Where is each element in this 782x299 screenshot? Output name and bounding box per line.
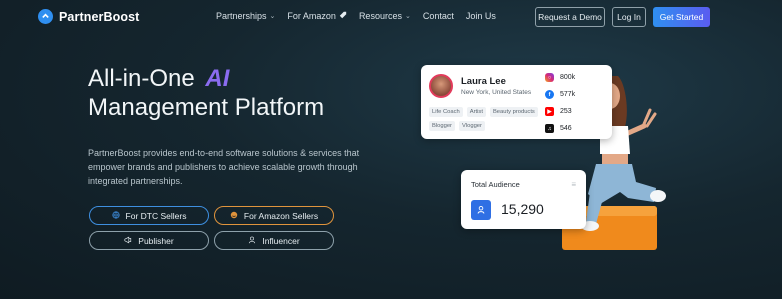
chevron-down-icon: ⌄ <box>404 13 411 20</box>
nav-for-amazon[interactable]: For Amazon <box>287 11 347 21</box>
social-instagram: ○ 800k <box>545 73 575 82</box>
avatar <box>429 74 453 98</box>
for-amazon-sellers-button[interactable]: For Amazon Sellers <box>214 206 334 225</box>
instagram-icon: ○ <box>545 73 554 82</box>
megaphone-icon <box>124 236 132 246</box>
facebook-count: 577k <box>560 91 576 98</box>
audience-user-icon <box>471 200 491 220</box>
top-navbar: PartnerBoost Partnerships ⌄ For Amazon R… <box>0 0 782 34</box>
youtube-count: 253 <box>560 108 572 115</box>
get-started-button[interactable]: Get Started <box>653 7 710 27</box>
total-audience-value: 15,290 <box>501 201 544 217</box>
globe-icon <box>111 210 120 221</box>
amazon-icon <box>230 211 238 221</box>
for-dtc-sellers-button[interactable]: For DTC Sellers <box>89 206 209 225</box>
tag: Blogger <box>429 121 455 131</box>
social-facebook: f 577k <box>545 90 575 99</box>
nav-resources[interactable]: Resources ⌄ <box>359 11 411 21</box>
for-dtc-sellers-label: For DTC Sellers <box>125 210 187 221</box>
tag: Life Coach <box>429 107 463 117</box>
tiktok-icon: ♫ <box>545 124 554 133</box>
facebook-icon: f <box>545 90 554 99</box>
nav-partnerships-label: Partnerships <box>216 11 267 21</box>
profile-name: Laura Lee <box>461 76 506 87</box>
total-audience-card: Total Audience ≡ 15,290 <box>461 170 586 229</box>
publisher-button[interactable]: Publisher <box>89 231 209 250</box>
hero-title-ai: AI <box>205 65 230 92</box>
rocket-icon <box>339 11 347 21</box>
nav-join-us-label: Join Us <box>465 11 496 21</box>
hero-title: All-in-One AI Management Platform <box>88 64 324 122</box>
drag-handle-icon[interactable]: ≡ <box>571 180 576 189</box>
hero-description: PartnerBoost provides end-to-end softwar… <box>88 148 360 186</box>
brand-name: PartnerBoost <box>59 9 140 24</box>
user-icon <box>248 236 256 246</box>
profile-tags: Life Coach Artist Beauty products Blogge… <box>429 107 547 131</box>
profile-location: New York, United States <box>461 89 532 96</box>
publisher-label: Publisher <box>138 235 174 246</box>
instagram-count: 800k <box>560 74 576 81</box>
partnerboost-logo-icon <box>38 9 53 24</box>
brand-logo[interactable]: PartnerBoost <box>38 9 139 24</box>
nav-partnerships[interactable]: Partnerships ⌄ <box>216 11 275 21</box>
tag: Artist <box>466 107 486 117</box>
hero-title-line2: Management Platform <box>88 94 325 121</box>
social-youtube: ▶ 253 <box>545 107 575 116</box>
nav-resources-label: Resources <box>358 11 402 21</box>
tag: Beauty products <box>489 107 538 117</box>
tag: Vlogger <box>458 121 485 131</box>
chevron-down-icon: ⌄ <box>269 13 276 20</box>
tiktok-count: 546 <box>560 125 572 132</box>
youtube-icon: ▶ <box>545 107 554 116</box>
request-demo-button[interactable]: Request a Demo <box>535 7 605 27</box>
influencer-profile-card[interactable]: Laura Lee New York, United States Life C… <box>421 65 612 139</box>
hero-title-line1: All-in-One <box>88 65 195 92</box>
nav-for-amazon-label: For Amazon <box>287 11 336 21</box>
nav-contact-label: Contact <box>422 11 454 21</box>
nav-contact[interactable]: Contact <box>423 11 454 21</box>
nav-join-us[interactable]: Join Us <box>466 11 496 21</box>
influencer-button[interactable]: Influencer <box>214 231 334 250</box>
influencer-label: Influencer <box>262 235 300 246</box>
total-audience-label: Total Audience <box>471 180 520 189</box>
nav-links: Partnerships ⌄ For Amazon Resources ⌄ Co… <box>216 11 496 21</box>
login-button[interactable]: Log In <box>612 7 646 27</box>
for-amazon-sellers-label: For Amazon Sellers <box>243 210 319 221</box>
social-stats: ○ 800k f 577k ▶ 253 ♫ 546 <box>545 73 575 133</box>
social-tiktok: ♫ 546 <box>545 124 575 133</box>
